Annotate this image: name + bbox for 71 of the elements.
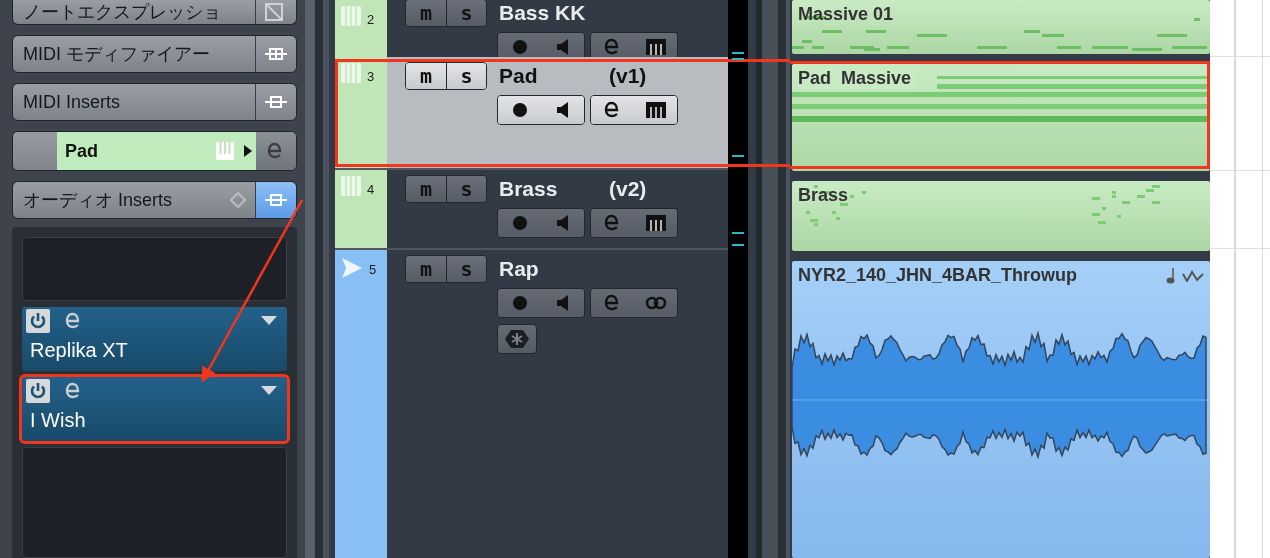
section-button[interactable]: ノートエクスプレッショ	[12, 0, 297, 25]
wave-icon	[1182, 269, 1204, 282]
insert-slot[interactable]: Replika XT	[22, 307, 287, 371]
track-number: 4	[367, 182, 375, 197]
track-version: (v2)	[609, 177, 647, 201]
solo-button[interactable]: s	[446, 63, 486, 89]
track-name: Brass	[499, 177, 559, 201]
clip-name: Brass	[798, 185, 850, 206]
speaker-icon	[556, 39, 569, 55]
section-label: ノートエクスプレッショ	[22, 1, 221, 24]
track-number: 2	[367, 12, 375, 27]
triangle-icon	[341, 256, 363, 280]
midi-part[interactable]: Pad Massive	[792, 64, 1210, 171]
meter-level-mark	[732, 58, 744, 60]
section-button[interactable]: MIDI モディファイアー	[12, 35, 297, 73]
record-icon	[511, 39, 528, 55]
record-icon	[511, 102, 528, 118]
insert-icon	[265, 191, 287, 209]
insert-icon	[265, 45, 287, 63]
plugin-name: I Wish	[30, 409, 87, 432]
speaker-icon	[556, 295, 569, 311]
audio-event[interactable]: NYR2_140_JHN_4BAR_Throwup	[792, 261, 1210, 558]
meter-level-mark	[732, 52, 744, 54]
editor-button[interactable]	[634, 96, 677, 124]
section-button[interactable]: オーディオ Inserts	[12, 181, 297, 219]
keyboard-icon	[341, 176, 361, 196]
dropdown-arrow-icon[interactable]	[261, 316, 277, 326]
insert-slot[interactable]: I Wish	[22, 377, 287, 441]
clip-name: NYR2_140_JHN_4BAR_Throwup	[798, 265, 1079, 286]
edit-button[interactable]	[591, 96, 634, 124]
mute-button[interactable]: m	[406, 63, 446, 89]
clip-name: Massive 01	[798, 4, 895, 25]
plugin-name: Replika XT	[30, 339, 129, 362]
keyboard-icon	[341, 63, 361, 83]
midi-part[interactable]: Brass	[792, 181, 1210, 251]
meter-level-mark	[732, 232, 744, 234]
snowflake-icon	[503, 327, 531, 351]
track-name: Rap	[499, 257, 540, 281]
stereo-icon	[644, 296, 667, 310]
insert-toggle[interactable]	[255, 182, 296, 218]
meter-level-mark	[732, 244, 744, 246]
record-button[interactable]	[498, 96, 541, 124]
record-icon	[511, 295, 528, 311]
section-button[interactable]: MIDI Inserts	[12, 83, 297, 121]
section-label: MIDI Inserts	[22, 91, 120, 113]
meter-level-mark	[732, 155, 744, 157]
diamond-icon	[230, 192, 246, 208]
speaker-icon	[556, 102, 569, 118]
editor-button[interactable]	[634, 209, 677, 237]
freeze-button[interactable]	[497, 324, 537, 354]
track-header[interactable]: 5 m s Rap	[335, 250, 728, 558]
midi-part[interactable]: Massive 01	[792, 0, 1210, 54]
track-version: (v1)	[609, 64, 647, 88]
monitor-button[interactable]	[541, 96, 584, 124]
note-icon	[1166, 267, 1176, 284]
speaker-icon	[556, 215, 569, 231]
track-header[interactable]: 4 m s Brass (v2)	[335, 170, 728, 250]
keyboard-icon	[341, 6, 361, 26]
track-number: 5	[369, 262, 377, 277]
track-name: Pad	[499, 64, 539, 88]
power-button-icon[interactable]	[26, 309, 50, 333]
track-header[interactable]: 3 m s Pad (v1)	[335, 57, 728, 170]
power-button-icon[interactable]	[26, 379, 50, 403]
dropdown-arrow-icon[interactable]	[261, 386, 277, 396]
insert-icon	[265, 93, 287, 111]
track-name: Bass KK	[499, 1, 587, 25]
clip-name: Pad Massive	[798, 68, 916, 89]
section-label: オーディオ Inserts	[22, 189, 173, 212]
track-number: 3	[367, 69, 375, 84]
section-label: MIDI モディファイアー	[22, 43, 210, 66]
record-icon	[511, 215, 528, 231]
